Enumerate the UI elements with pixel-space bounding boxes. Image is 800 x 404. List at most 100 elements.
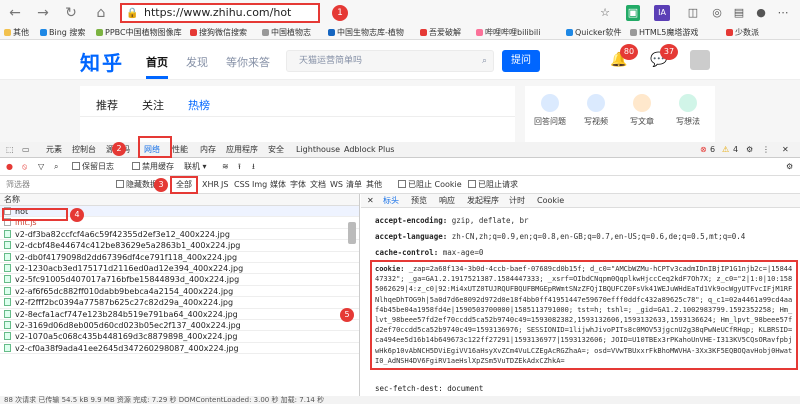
ask-button[interactable]: 提问 [502, 50, 540, 72]
tab-application[interactable]: 应用程序 [226, 144, 258, 156]
network-settings-icon[interactable]: ⚙ [786, 161, 793, 173]
url-input[interactable]: 🔒 https://www.zhihu.com/hot [120, 3, 320, 23]
tab-lighthouse[interactable]: Lighthouse [296, 144, 340, 156]
filter-doc[interactable]: 文档 [310, 179, 326, 191]
zhihu-logo[interactable]: 知乎 [80, 47, 124, 76]
filter-js[interactable]: JS [221, 179, 228, 191]
block-icon[interactable]: ⦸ [22, 161, 27, 173]
export-icon[interactable]: ⭳ [252, 161, 255, 173]
bookmark-item[interactable]: 中国植物志 [262, 27, 311, 39]
extension-ia-icon[interactable]: IA [654, 5, 670, 21]
user-avatar[interactable] [690, 50, 710, 70]
tab-adblock[interactable]: Adblock Plus [344, 144, 394, 156]
wifi-icon[interactable]: ≋ [222, 161, 229, 173]
account-avatar-icon[interactable]: ● [752, 5, 770, 21]
request-row[interactable]: v2-df3ba82ccfcf4a6c59f42355d2ef3e12_400x… [0, 229, 359, 241]
error-icon[interactable]: ⊗ [700, 144, 707, 156]
filter-icon[interactable]: ▽ [38, 161, 44, 173]
filter-media[interactable]: 媒体 [270, 179, 286, 191]
bookmark-item[interactable]: 搜狗微信搜索 [190, 27, 247, 39]
request-row[interactable]: v2-cf0a38f9ada41ee2645d347260298087_400x… [0, 343, 359, 355]
quick-action-article[interactable]: 写文章 [621, 94, 663, 127]
quick-action-answer[interactable]: 回答问题 [529, 94, 571, 127]
request-row[interactable]: v2-8ecfa1acf747e123b284b519e791ba64_400x… [0, 309, 359, 320]
filter-ws[interactable]: WS [330, 179, 343, 191]
tab-hot[interactable]: 热榜 [188, 97, 210, 113]
dock-icon[interactable]: ⋮ [762, 144, 770, 156]
extension-icon-2[interactable]: ◫ [684, 5, 702, 21]
tab-initiator[interactable]: 发起程序 [467, 196, 499, 206]
search-icon[interactable]: ⌕ [482, 51, 487, 71]
extension-icon[interactable]: ▣ [626, 5, 640, 21]
star-icon[interactable]: ☆ [596, 5, 614, 21]
tab-performance[interactable]: 性能 [172, 144, 188, 156]
filter-other[interactable]: 其他 [366, 179, 382, 191]
image-icon [4, 320, 11, 329]
tab-cookies[interactable]: Cookie [537, 196, 564, 206]
home-icon[interactable]: ⌂ [92, 4, 110, 22]
nav-discover[interactable]: 发现 [186, 54, 208, 70]
back-icon[interactable]: ← [6, 4, 24, 22]
profile-icon[interactable]: ◎ [708, 5, 726, 21]
bookmark-item[interactable]: 其他 [4, 27, 29, 39]
request-row[interactable]: v2-3169d06d8eb005d60cd023b05ec2f137_400x… [0, 320, 359, 332]
reload-icon[interactable]: ↻ [62, 4, 80, 22]
tab-elements[interactable]: 元素 [46, 144, 62, 156]
request-row[interactable]: v2-dcbf48e44674c412be83629e5a2863b1_400x… [0, 240, 359, 252]
close-details-icon[interactable]: ✕ [367, 196, 374, 206]
bookmark-item[interactable]: PPBC中国植物图像库 [96, 27, 182, 39]
import-icon[interactable]: ⭱ [238, 161, 241, 173]
filter-input[interactable]: 筛选器 [6, 179, 30, 191]
request-row[interactable]: v2-f2fff2bc0394a77587b625c27c82d29a_400x… [0, 297, 359, 309]
filter-xhr[interactable]: XHR [202, 179, 219, 191]
request-row[interactable]: v2-af6f65dc882ff010dabb9bebca4a2154_400x… [0, 286, 359, 298]
tab-console[interactable]: 控制台 [72, 144, 96, 156]
quick-action-video[interactable]: 写视频 [575, 94, 617, 127]
inspect-icon[interactable]: ⬚ [6, 144, 14, 156]
preserve-log-checkbox[interactable]: 保留日志 [72, 161, 114, 173]
request-row[interactable]: v2-1070a5c068c435b448169d3c8879898_400x2… [0, 331, 359, 343]
request-row[interactable]: v2-db0f4179098d2dd67396df4ce791f118_400x… [0, 252, 359, 263]
tab-preview[interactable]: 预览 [411, 196, 427, 206]
tab-headers[interactable]: 标头 [383, 196, 399, 206]
collections-icon[interactable]: ▤ [730, 5, 748, 21]
disable-cache-checkbox[interactable]: 禁用缓存 [132, 161, 174, 173]
bookmark-item[interactable]: 少数派 [726, 27, 759, 39]
forward-icon[interactable]: → [34, 4, 52, 22]
request-row[interactable]: v2-1230acb3ed175171d2116ed0ad12e394_400x… [0, 263, 359, 275]
column-header-name[interactable]: 名称 [0, 194, 359, 206]
tab-response[interactable]: 响应 [439, 196, 455, 206]
nav-home[interactable]: 首页 [146, 54, 168, 70]
warning-icon[interactable]: ⚠ [722, 144, 729, 156]
filter-font[interactable]: 字体 [290, 179, 306, 191]
filter-img[interactable]: Img [252, 179, 267, 191]
bookmark-item[interactable]: 哔哩哔哩bilibili [476, 27, 541, 39]
tab-follow[interactable]: 关注 [142, 97, 164, 113]
tab-memory[interactable]: 内存 [200, 144, 216, 156]
request-row[interactable]: v2-5fc91005d407017a716bfbe15844893d_400x… [0, 274, 359, 286]
filter-css[interactable]: CSS [234, 179, 250, 191]
search-icon[interactable]: ⌕ [54, 161, 58, 173]
bookmark-item[interactable]: Quicker软件 [566, 27, 622, 39]
tab-security[interactable]: 安全 [268, 144, 284, 156]
close-icon[interactable]: ✕ [782, 144, 789, 156]
tab-timing[interactable]: 计时 [509, 196, 525, 206]
settings-icon[interactable]: ⚙ [746, 144, 753, 156]
quick-action-idea[interactable]: 写想法 [667, 94, 709, 127]
search-input[interactable]: 天猫运营简单吗 ⌕ [286, 50, 494, 72]
scrollbar-thumb[interactable] [348, 222, 356, 244]
record-icon[interactable]: ● [6, 161, 13, 173]
bookmark-item[interactable]: 吾爱破解 [420, 27, 461, 39]
more-menu-icon[interactable]: ⋯ [774, 5, 792, 21]
bookmark-item[interactable]: Bing 搜索 [40, 27, 85, 39]
device-icon[interactable]: ▭ [22, 144, 30, 156]
throttling-select[interactable]: 联机 ▾ [184, 161, 207, 173]
hide-data-urls-checkbox[interactable]: 隐藏数据 [116, 179, 158, 191]
bookmark-item[interactable]: HTML5魔塔游戏 [630, 27, 698, 39]
filter-manifest[interactable]: 清单 [346, 179, 362, 191]
nav-waiting-answer[interactable]: 等你来答 [226, 54, 270, 70]
tab-recommend[interactable]: 推荐 [96, 97, 118, 113]
blocked-requests-checkbox[interactable]: 已阻止请求 [468, 179, 518, 191]
bookmark-item[interactable]: 中国生物志库-植物 [328, 27, 404, 39]
blocked-cookies-checkbox[interactable]: 已阻止 Cookie [398, 179, 462, 191]
